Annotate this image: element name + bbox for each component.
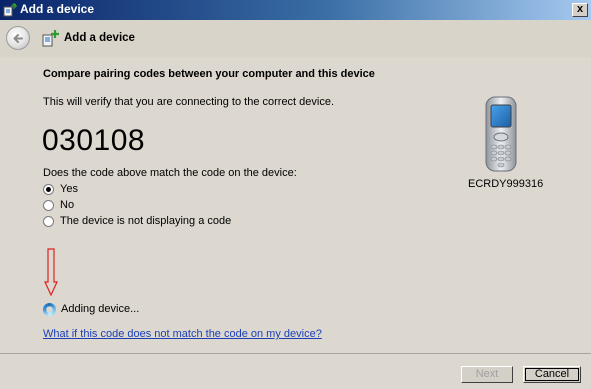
option-no[interactable]: No (43, 198, 74, 212)
option-no-code[interactable]: The device is not displaying a code (43, 214, 231, 228)
option-yes-label: Yes (60, 183, 78, 195)
back-button[interactable] (6, 26, 30, 50)
radio-button-yes[interactable] (43, 183, 54, 195)
close-button[interactable]: x (572, 3, 588, 17)
navigation-bar: Add a device (0, 20, 591, 57)
annotation-arrow-icon (44, 248, 58, 296)
button-bar: Next Cancel (0, 354, 591, 389)
option-no-label: No (60, 199, 75, 211)
progress-spinner-icon (43, 303, 56, 316)
next-button[interactable]: Next (461, 366, 513, 383)
option-yes[interactable]: Yes (43, 182, 78, 196)
option-no-code-label: The device is not displaying a code (60, 215, 232, 227)
adding-status: Adding device... (61, 303, 140, 315)
back-arrow-icon (13, 34, 23, 43)
instruction-description: This will verify that you are connecting… (43, 96, 335, 108)
title-bar: Add a device x (0, 0, 591, 20)
page-title: Add a device (64, 32, 135, 44)
code-mismatch-help-link[interactable]: What if this code does not match the cod… (43, 328, 322, 340)
pairing-code: 030108 (42, 124, 146, 157)
radio-button-no[interactable] (43, 199, 54, 211)
device-name: ECRDY999316 (468, 178, 544, 190)
match-question: Does the code above match the code on th… (43, 167, 297, 179)
instruction-heading: Compare pairing codes between your compu… (43, 68, 375, 80)
add-device-icon (3, 3, 17, 17)
main-content: Compare pairing codes between your compu… (0, 57, 591, 353)
add-device-icon (42, 30, 59, 47)
phone-device-icon (485, 96, 517, 172)
cancel-button[interactable]: Cancel (523, 366, 581, 383)
radio-button-no-code[interactable] (43, 215, 54, 227)
window-title: Add a device (20, 2, 95, 16)
